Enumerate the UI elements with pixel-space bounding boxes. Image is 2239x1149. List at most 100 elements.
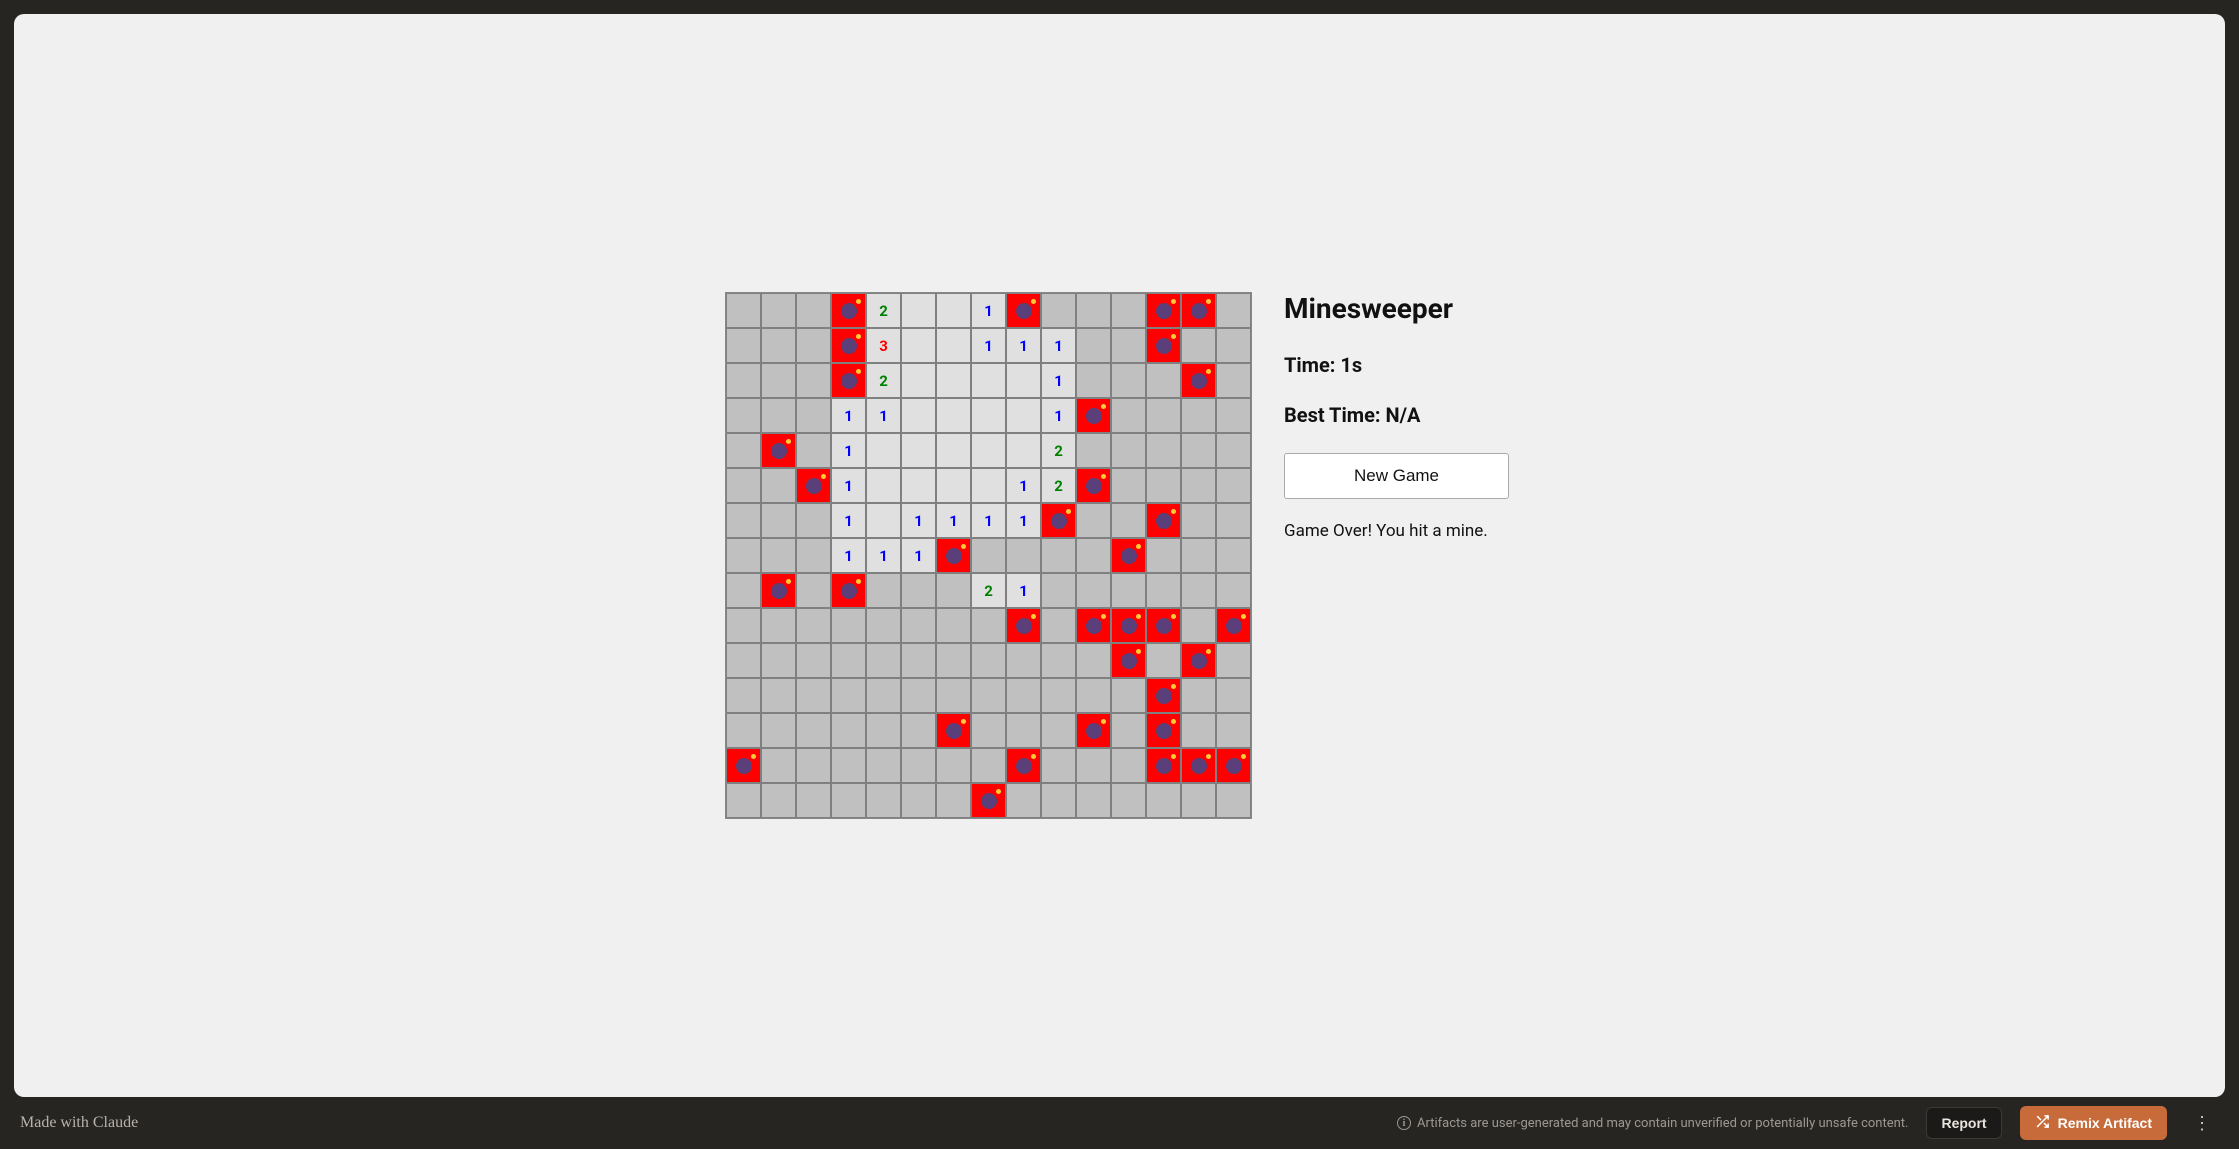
board-cell[interactable]: 3 [866, 328, 901, 363]
board-cell[interactable] [1216, 678, 1251, 713]
board-cell[interactable] [866, 713, 901, 748]
board-cell[interactable] [726, 783, 761, 818]
board-cell[interactable] [1041, 503, 1076, 538]
board-cell[interactable] [1181, 328, 1216, 363]
board-cell[interactable] [1041, 748, 1076, 783]
board-cell[interactable] [1181, 503, 1216, 538]
board-cell[interactable] [901, 608, 936, 643]
board-cell[interactable] [1006, 608, 1041, 643]
board-cell[interactable] [796, 643, 831, 678]
board-cell[interactable] [761, 678, 796, 713]
board-cell[interactable] [726, 433, 761, 468]
board-cell[interactable] [726, 538, 761, 573]
board-cell[interactable] [831, 748, 866, 783]
board-cell[interactable] [726, 363, 761, 398]
board-cell[interactable] [866, 468, 901, 503]
board-cell[interactable] [971, 678, 1006, 713]
board-cell[interactable] [1146, 783, 1181, 818]
board-cell[interactable] [1216, 468, 1251, 503]
board-cell[interactable] [1111, 713, 1146, 748]
board-cell[interactable] [1181, 293, 1216, 328]
board-cell[interactable] [1146, 608, 1181, 643]
board-cell[interactable] [1111, 503, 1146, 538]
board-cell[interactable] [796, 748, 831, 783]
board-cell[interactable] [1006, 643, 1041, 678]
board-cell[interactable] [761, 573, 796, 608]
board-cell[interactable] [866, 608, 901, 643]
board-cell[interactable] [796, 433, 831, 468]
board-cell[interactable] [1076, 328, 1111, 363]
board-cell[interactable] [1076, 643, 1111, 678]
board-cell[interactable] [1076, 783, 1111, 818]
board-cell[interactable] [1006, 398, 1041, 433]
board-cell[interactable]: 1 [901, 503, 936, 538]
board-cell[interactable]: 1 [971, 328, 1006, 363]
board-cell[interactable] [936, 748, 971, 783]
board-cell[interactable] [796, 783, 831, 818]
board-cell[interactable] [1111, 468, 1146, 503]
board-cell[interactable]: 1 [1006, 468, 1041, 503]
board-cell[interactable] [1181, 678, 1216, 713]
board-cell[interactable] [971, 363, 1006, 398]
board-cell[interactable]: 1 [1006, 328, 1041, 363]
board-cell[interactable] [901, 328, 936, 363]
board-cell[interactable] [866, 503, 901, 538]
board-cell[interactable] [831, 713, 866, 748]
board-cell[interactable] [866, 433, 901, 468]
board-cell[interactable] [1111, 573, 1146, 608]
board-cell[interactable] [1006, 538, 1041, 573]
board-cell[interactable] [971, 398, 1006, 433]
new-game-button[interactable]: New Game [1284, 453, 1509, 499]
board-cell[interactable] [936, 643, 971, 678]
made-with-claude[interactable]: Made with Claude [20, 1114, 138, 1132]
board-cell[interactable] [866, 748, 901, 783]
board-cell[interactable] [761, 783, 796, 818]
board-cell[interactable] [1216, 643, 1251, 678]
board-cell[interactable] [1111, 608, 1146, 643]
board-cell[interactable] [726, 328, 761, 363]
board-cell[interactable] [761, 398, 796, 433]
board-cell[interactable] [726, 503, 761, 538]
board-cell[interactable]: 1 [1006, 503, 1041, 538]
board-cell[interactable] [1041, 783, 1076, 818]
board-cell[interactable] [936, 713, 971, 748]
board-cell[interactable]: 1 [971, 503, 1006, 538]
board-cell[interactable] [1041, 293, 1076, 328]
board-cell[interactable] [1111, 643, 1146, 678]
board-cell[interactable] [901, 678, 936, 713]
board-cell[interactable] [866, 783, 901, 818]
board-cell[interactable] [971, 608, 1006, 643]
board-cell[interactable] [761, 748, 796, 783]
board-cell[interactable] [1006, 713, 1041, 748]
board-cell[interactable] [1181, 748, 1216, 783]
board-cell[interactable] [831, 608, 866, 643]
board-cell[interactable] [761, 293, 796, 328]
board-cell[interactable] [1111, 783, 1146, 818]
board-cell[interactable] [971, 468, 1006, 503]
board-cell[interactable] [936, 678, 971, 713]
board-cell[interactable] [1111, 328, 1146, 363]
board-cell[interactable] [936, 608, 971, 643]
board-cell[interactable]: 1 [866, 538, 901, 573]
board-cell[interactable] [796, 713, 831, 748]
board-cell[interactable] [1216, 748, 1251, 783]
board-cell[interactable]: 1 [1041, 328, 1076, 363]
board-cell[interactable] [1076, 468, 1111, 503]
board-cell[interactable] [1216, 783, 1251, 818]
board-cell[interactable] [1216, 328, 1251, 363]
board-cell[interactable] [901, 713, 936, 748]
board-cell[interactable] [1041, 573, 1076, 608]
board-cell[interactable] [1181, 573, 1216, 608]
board-cell[interactable]: 1 [831, 433, 866, 468]
board-cell[interactable] [1146, 503, 1181, 538]
board-cell[interactable] [936, 363, 971, 398]
board-cell[interactable] [1216, 293, 1251, 328]
board-cell[interactable] [761, 328, 796, 363]
board-cell[interactable] [796, 398, 831, 433]
board-cell[interactable] [1076, 678, 1111, 713]
board-cell[interactable] [1006, 293, 1041, 328]
board-cell[interactable] [1181, 643, 1216, 678]
board-cell[interactable] [1216, 713, 1251, 748]
board-cell[interactable] [1111, 748, 1146, 783]
board-cell[interactable] [1006, 433, 1041, 468]
